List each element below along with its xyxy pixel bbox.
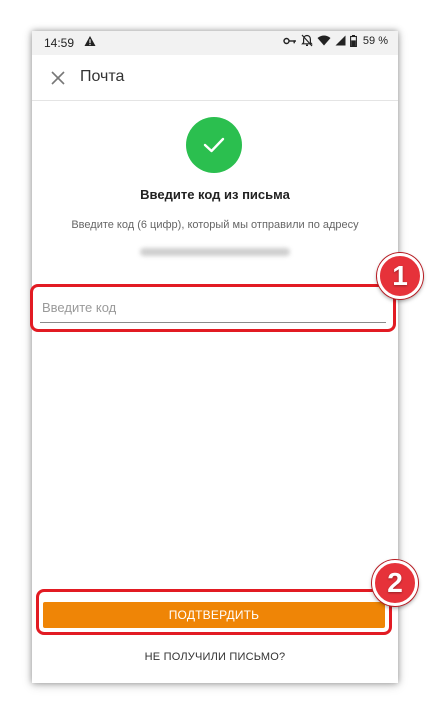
signal-icon [335, 35, 346, 46]
status-icons: 59 % [283, 34, 388, 47]
code-input[interactable] [40, 293, 386, 323]
code-field [40, 293, 386, 323]
page-title: Почта [80, 68, 125, 85]
app-bar: Почта [32, 55, 398, 101]
step-badge-2: 2 [372, 560, 418, 606]
step-badge-1: 1 [377, 253, 423, 299]
resend-link[interactable]: НЕ ПОЛУЧИЛИ ПИСЬМО? [32, 651, 398, 663]
warning-icon [84, 36, 96, 46]
status-bar: 14:59 59 % [32, 31, 398, 55]
status-time: 14:59 [44, 36, 75, 50]
notifications-off-icon [301, 34, 313, 47]
email-address-redacted [140, 248, 290, 256]
confirm-button[interactable]: ПОДТВЕРДИТЬ [43, 602, 385, 628]
wifi-icon [317, 35, 331, 46]
vpn-key-icon [283, 37, 296, 44]
battery-percent: 59 % [362, 34, 388, 47]
phone-screen: 14:59 59 % Почта Введите код из письма В… [32, 31, 398, 683]
battery-icon [349, 34, 357, 47]
close-icon[interactable] [46, 66, 70, 90]
check-icon [203, 137, 225, 153]
confirmation-heading: Введите код из письма [140, 187, 290, 202]
confirmation-description: Введите код (6 цифр), который мы отправи… [71, 219, 359, 231]
success-badge [186, 117, 242, 173]
